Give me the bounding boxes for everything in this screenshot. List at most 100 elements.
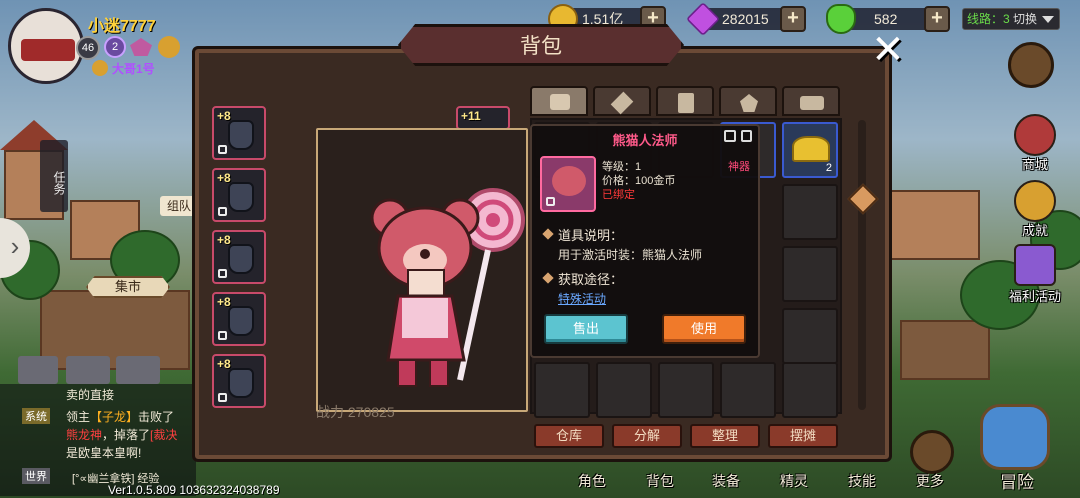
shoulder-icon (228, 182, 254, 212)
source-link[interactable]: 特殊活动 (558, 290, 606, 307)
equip-slot-helmet[interactable]: +8 (212, 106, 266, 160)
equip-slot-boots[interactable]: +8 (212, 354, 266, 408)
tab-gem[interactable] (719, 86, 777, 116)
more-icon[interactable] (910, 430, 954, 474)
stamina-add-button[interactable]: + (924, 6, 950, 32)
shop-icon[interactable] (1014, 114, 1056, 156)
rank-icon (158, 36, 180, 58)
adventure-icon[interactable] (980, 404, 1050, 470)
gold-pile-icon (792, 136, 830, 162)
grid-scrollbar[interactable] (858, 120, 866, 410)
decompose-button[interactable]: 分解 (612, 424, 682, 448)
bg-house (900, 320, 990, 380)
friends-icon[interactable] (116, 356, 160, 384)
nav-adventure[interactable]: 冒险 (1000, 468, 1034, 493)
nav-spirit[interactable]: 精灵 (780, 471, 808, 491)
warehouse-button[interactable]: 仓库 (534, 424, 604, 448)
boots-icon (228, 368, 254, 398)
nav-more[interactable]: 更多 (916, 471, 944, 491)
line-switch-label: 切换 (1013, 12, 1038, 26)
diamond-icon (686, 2, 720, 36)
tab-material[interactable] (782, 86, 840, 116)
avatar-mask (21, 39, 75, 61)
item-cell[interactable] (720, 362, 776, 418)
bear-costume-figure (370, 188, 525, 387)
lock-icon (218, 207, 227, 216)
item-cell-gold-pile[interactable]: 2 (782, 122, 838, 178)
market-sign[interactable]: 集市 (86, 276, 170, 298)
lock-icon (546, 197, 555, 206)
nav-character[interactable]: 角色 (578, 471, 606, 491)
item-cell[interactable] (658, 362, 714, 418)
line-switch[interactable]: 线路：3 切换 (962, 8, 1060, 30)
diamond-add-button[interactable]: + (780, 6, 806, 32)
sort-button[interactable]: 整理 (690, 424, 760, 448)
welfare-label: 福利活动 (1008, 289, 1061, 304)
tab-weapon[interactable] (593, 86, 651, 116)
heart-icon (826, 4, 856, 34)
item-cell[interactable] (782, 184, 838, 240)
item-count: 2 (825, 162, 832, 174)
bg-house (890, 190, 980, 260)
diamond-counter: 282015 + (686, 2, 806, 36)
item-bound-status: 已绑定 (602, 189, 635, 201)
diamond-amount: 282015 (722, 11, 769, 27)
chat-line: 卖的直接 (66, 388, 115, 402)
equip-slot-chest[interactable]: +8 (212, 230, 266, 284)
gift-icon[interactable] (1014, 244, 1056, 286)
crown-icon (130, 38, 152, 56)
item-cell[interactable] (782, 308, 838, 364)
gloves-icon (228, 306, 254, 336)
item-thumbnail (540, 156, 596, 212)
lock-icon[interactable] (741, 130, 752, 142)
combat-power: 战力 270825 (316, 404, 395, 420)
item-cell[interactable] (534, 362, 590, 418)
tab-all[interactable] (530, 86, 588, 116)
nav-equipment[interactable]: 装备 (712, 471, 740, 491)
mail-icon[interactable] (66, 356, 110, 384)
desc-text: 用于激活时装：熊猫人法师 (558, 248, 703, 262)
stamina-counter: 582 + (826, 4, 950, 34)
book-icon (678, 93, 694, 113)
chat-channel-badge: 系统 (22, 408, 50, 424)
achievement-icon[interactable] (1014, 180, 1056, 222)
nav-skills[interactable]: 技能 (848, 471, 876, 491)
nav-bag[interactable]: 背包 (646, 471, 674, 491)
stall-button[interactable]: 摆摊 (768, 424, 838, 448)
desc-heading: 道具说明： (558, 228, 624, 243)
equip-slot-gloves[interactable]: +8 (212, 292, 266, 346)
item-cell[interactable] (782, 246, 838, 302)
bear-head-icon (552, 166, 586, 196)
share-icon[interactable] (724, 130, 736, 142)
version-text: Ver1.0.5.809 103632324038789 (108, 483, 280, 497)
bullet-icon (542, 228, 554, 240)
crossed-swords-icon[interactable] (1008, 42, 1054, 88)
bag-icon (550, 94, 570, 110)
stamina-amount: 582 (874, 11, 898, 27)
item-cell[interactable] (782, 362, 838, 418)
bullet-icon (542, 272, 554, 284)
lock-icon (218, 269, 227, 278)
player-name: 小迷7777 (88, 18, 156, 35)
title-icon (92, 60, 108, 76)
close-icon[interactable]: ✕ (866, 30, 910, 72)
dropdown-arrow-icon (1042, 16, 1054, 23)
lock-icon (218, 145, 227, 154)
equip-slot-shoulder[interactable]: +8 (212, 168, 266, 222)
gem-icon (740, 94, 758, 112)
chat-bubble-icon[interactable] (18, 356, 58, 384)
bg-house (40, 290, 190, 370)
use-button[interactable]: 使用 (662, 314, 746, 344)
quest-tab[interactable]: 任务 (40, 140, 68, 212)
tab-book[interactable] (656, 86, 714, 116)
player-avatar[interactable] (8, 8, 84, 84)
sell-button[interactable]: 售出 (544, 314, 628, 344)
item-cell[interactable] (596, 362, 652, 418)
sword-icon (610, 91, 634, 115)
chest-icon (228, 244, 254, 274)
chat-line: 领主【子龙】击败了 熊龙神，掉落了[裁决 是欧皇本皇啊! (66, 410, 178, 460)
equip-slot-weapon[interactable]: +11 (456, 106, 510, 130)
player-title: 大哥1号 (112, 62, 155, 76)
material-icon (800, 96, 824, 110)
bag-title: 背包 (520, 35, 562, 58)
